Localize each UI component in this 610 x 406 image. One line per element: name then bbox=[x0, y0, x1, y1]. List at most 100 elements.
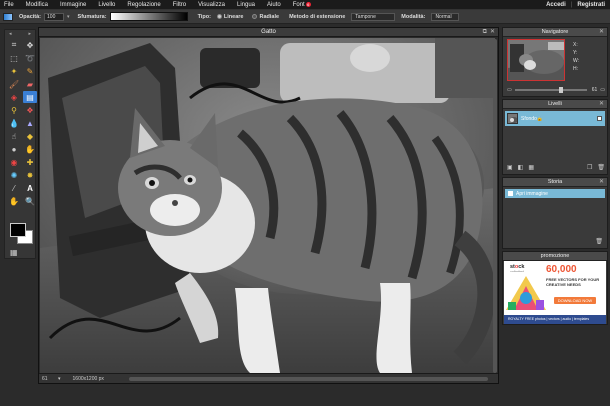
navigator-zoom-value[interactable]: 61 bbox=[592, 87, 598, 93]
layer-mask-icon[interactable]: ◧ bbox=[518, 164, 524, 171]
dodge-tool[interactable]: ● bbox=[7, 143, 21, 155]
document-window-buttons: ⧉ ✕ bbox=[483, 28, 495, 37]
pattern-tool[interactable]: ❖ bbox=[23, 104, 37, 116]
menu-font-label: Font bbox=[292, 1, 305, 8]
opacity-dropdown-icon[interactable]: ▾ bbox=[67, 14, 70, 20]
zoom-tool[interactable]: 🔍 bbox=[23, 195, 37, 207]
zoom-in-icon[interactable]: ▭ bbox=[600, 87, 605, 93]
redeye-tool[interactable]: ◉ bbox=[7, 156, 21, 168]
history-row[interactable]: Apri immagine bbox=[505, 189, 605, 198]
maximize-icon[interactable]: ⧉ bbox=[483, 28, 487, 37]
image-canvas[interactable] bbox=[40, 38, 495, 373]
new-layer-icon[interactable]: ❐ bbox=[587, 164, 592, 171]
delete-history-icon[interactable]: 🗑 bbox=[595, 239, 603, 245]
bloat-tool[interactable]: ✺ bbox=[7, 169, 21, 181]
login-link[interactable]: Accedi bbox=[541, 2, 571, 8]
menu-visualizza[interactable]: Visualizza bbox=[192, 2, 231, 8]
navigator-titlebar[interactable]: Navigatore ✕ bbox=[503, 28, 607, 37]
gradient-icon: ▤ bbox=[26, 92, 34, 102]
layer-visibility-checkbox[interactable] bbox=[597, 116, 602, 121]
history-close-icon[interactable]: ✕ bbox=[599, 178, 604, 187]
pencil-tool[interactable]: ✎ bbox=[23, 65, 37, 77]
layer-adjust-icon[interactable]: ▦ bbox=[528, 164, 534, 171]
type-label: Tipo: bbox=[197, 13, 211, 20]
menu-lingua[interactable]: Lingua bbox=[231, 2, 261, 8]
zoom-slider[interactable] bbox=[514, 87, 587, 93]
sponge-tool[interactable]: ◆ bbox=[23, 130, 37, 142]
type-linear-radio[interactable] bbox=[216, 14, 222, 19]
document-titlebar[interactable]: Gatto ⧉ ✕ bbox=[39, 28, 498, 37]
history-titlebar[interactable]: Storia ✕ bbox=[503, 178, 607, 187]
menu-immagine[interactable]: Immagine bbox=[54, 2, 92, 8]
smudge-tool[interactable]: ☝ bbox=[7, 130, 21, 142]
layer-row[interactable]: Sfondo 🔒 bbox=[505, 111, 605, 126]
menu-filtro[interactable]: Filtro bbox=[167, 2, 192, 8]
zoom-slider-knob[interactable] bbox=[558, 87, 563, 93]
gradient-tool-icon bbox=[3, 12, 13, 21]
document-statusbar: 61 ▾ 1600x1200 px bbox=[39, 373, 498, 383]
brush-tool[interactable]: 🖌 bbox=[7, 78, 21, 90]
drop-tool[interactable]: 💧 bbox=[7, 117, 21, 129]
bucket-icon: ◈ bbox=[10, 92, 18, 102]
foreground-color-swatch[interactable] bbox=[10, 223, 26, 237]
gradient-picker[interactable] bbox=[109, 12, 188, 21]
layers-close-icon[interactable]: ✕ bbox=[599, 100, 604, 109]
crop-tool[interactable]: ⌗ bbox=[7, 39, 21, 51]
layer-styles-icon[interactable]: ▣ bbox=[507, 164, 513, 171]
collapse-left-icon[interactable]: ◂ bbox=[9, 31, 12, 37]
menu-livello[interactable]: Livello bbox=[92, 2, 121, 8]
spot-heal-tool[interactable]: ✚ bbox=[23, 156, 37, 168]
navigator-thumbnail[interactable] bbox=[507, 39, 565, 81]
marquee-tool[interactable]: ⬚ bbox=[7, 52, 21, 64]
layer-lock-icon[interactable]: 🔒 bbox=[537, 116, 543, 122]
menu-modifica[interactable]: Modifica bbox=[20, 2, 54, 8]
w-label: W: bbox=[573, 58, 580, 64]
navigator-close-icon[interactable]: ✕ bbox=[599, 28, 604, 37]
stamp-tool[interactable]: ⚲ bbox=[7, 104, 21, 116]
delete-layer-icon[interactable]: 🗑 bbox=[597, 164, 605, 171]
menu-font[interactable]: Font 6 bbox=[287, 1, 317, 8]
move-tool[interactable]: ✥ bbox=[23, 39, 37, 51]
zoom-level[interactable]: 61 bbox=[42, 376, 52, 382]
hand-tool[interactable]: ✋ bbox=[7, 195, 21, 207]
lasso-tool[interactable]: ➰ bbox=[23, 52, 37, 64]
account-links: Accedi | Registrati bbox=[541, 2, 610, 8]
zoom-out-icon[interactable]: ▭ bbox=[507, 87, 512, 93]
document-title: Gatto bbox=[261, 29, 276, 35]
extension-select[interactable]: Tampone bbox=[351, 12, 396, 21]
pinch-tool[interactable]: ✸ bbox=[23, 169, 37, 181]
ad-download-button[interactable]: DOWNLOAD NOW bbox=[554, 297, 596, 304]
menu-regolazione[interactable]: Regolazione bbox=[121, 2, 166, 8]
layer-thumb-image bbox=[508, 114, 517, 123]
burn-tool[interactable]: ✋ bbox=[23, 143, 37, 155]
menu-file[interactable]: File bbox=[0, 2, 20, 8]
close-icon[interactable]: ✕ bbox=[490, 28, 495, 37]
text-tool[interactable]: A bbox=[23, 182, 37, 194]
tools-grid: ⌗ ✥ ⬚ ➰ ✦ ✎ 🖌 ▰ ◈ ▤ ⚲ ❖ 💧 ▲ ☝ ◆ ● ✋ ◉ ✚ … bbox=[5, 38, 37, 208]
horizontal-scrollbar[interactable] bbox=[129, 377, 488, 381]
layers-titlebar[interactable]: Livelli ✕ bbox=[503, 100, 607, 109]
menu-aiuto[interactable]: Aiuto bbox=[261, 2, 287, 8]
opacity-input[interactable]: 100 bbox=[44, 12, 65, 21]
wand-tool[interactable]: ✦ bbox=[7, 65, 21, 77]
history-title: Storia bbox=[547, 179, 563, 185]
eraser-tool[interactable]: ▰ bbox=[23, 78, 37, 90]
fill-tool[interactable]: ◈ bbox=[7, 91, 21, 103]
mode-select[interactable]: Normal bbox=[431, 12, 460, 21]
vertical-scrollbar[interactable] bbox=[493, 39, 497, 373]
layers-title: Livelli bbox=[548, 101, 562, 107]
eyedropper-tool[interactable]: ⁄ bbox=[7, 182, 21, 194]
ad-subtext: FREE VECTORS FOR YOUR CREATIVE NEEDS bbox=[546, 277, 600, 287]
navigator-title: Navigatore bbox=[541, 29, 569, 35]
collapse-right-icon[interactable]: ▸ bbox=[28, 31, 31, 37]
extension-label: Metodo di estensione bbox=[289, 13, 346, 20]
type-radial-radio[interactable] bbox=[252, 14, 258, 19]
drop-icon: 💧 bbox=[9, 118, 19, 128]
zoom-dropdown-icon[interactable]: ▾ bbox=[58, 376, 61, 382]
promo-ad[interactable]: stock unlimited 60,000 FREE VECTORS FOR … bbox=[504, 261, 606, 324]
register-link[interactable]: Registrati bbox=[572, 2, 610, 8]
sharpen-tool[interactable]: ▲ bbox=[23, 117, 37, 129]
gradient-tool[interactable]: ▤ bbox=[23, 91, 37, 103]
grid-icon[interactable]: ▦ bbox=[10, 248, 18, 257]
mode-label: Modalità: bbox=[401, 13, 426, 20]
